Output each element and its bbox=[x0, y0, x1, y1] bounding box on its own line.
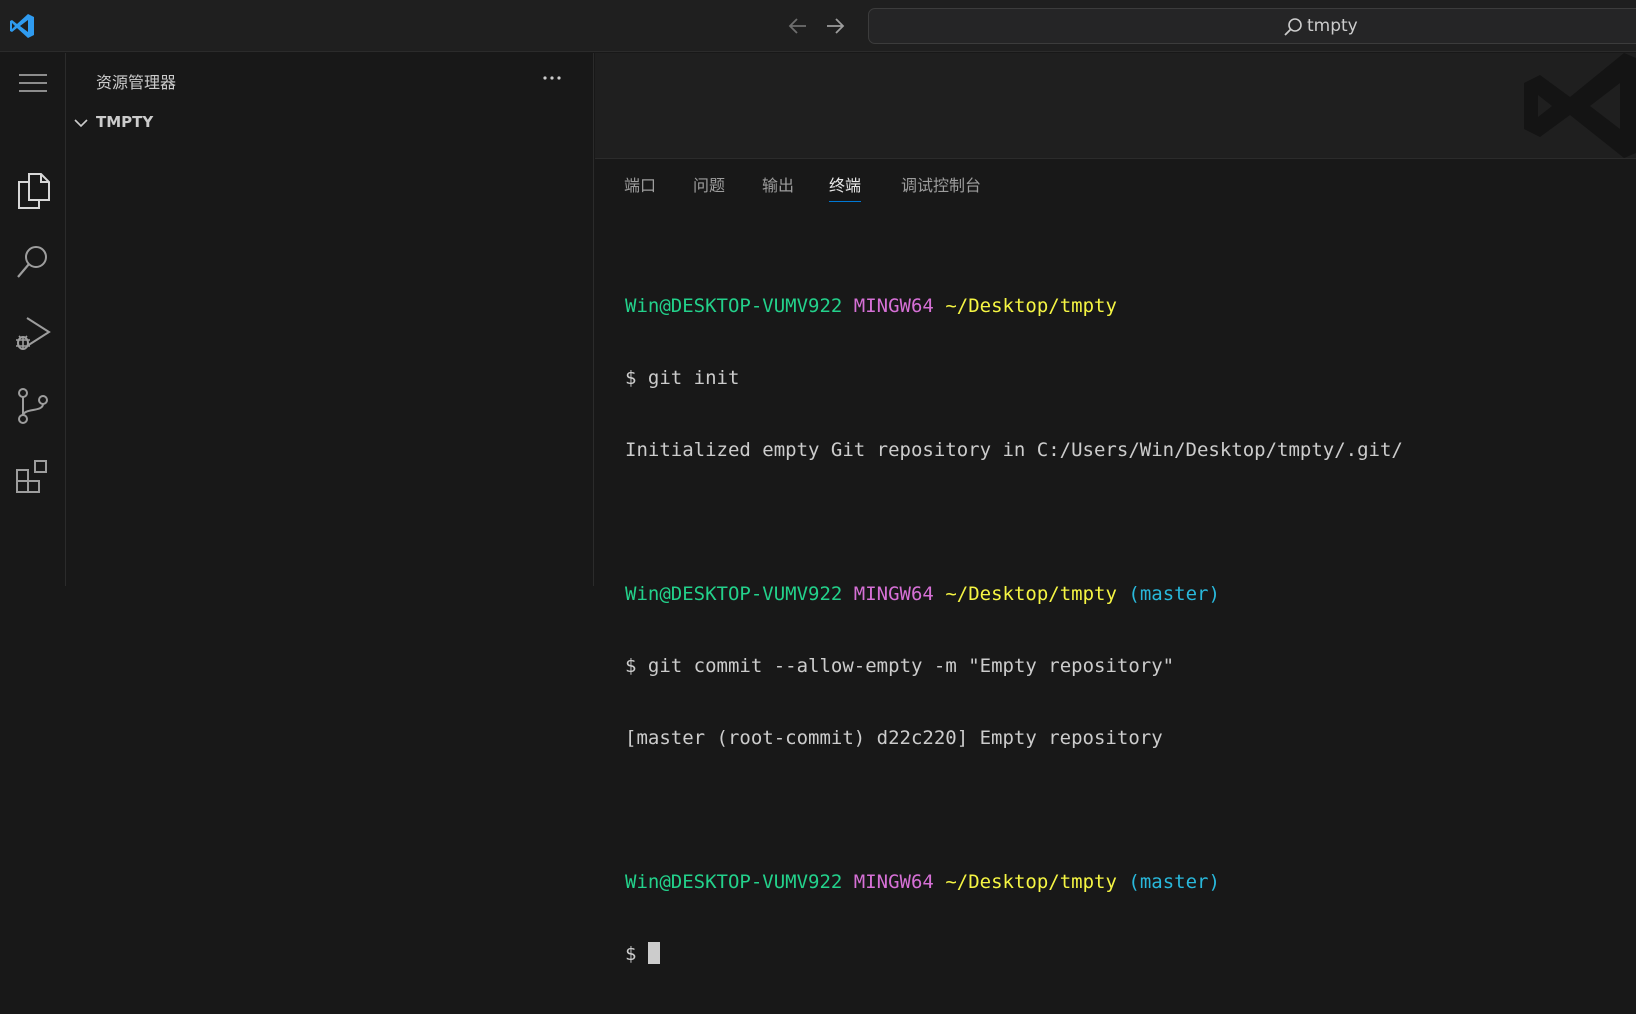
tab-output[interactable]: 输出 bbox=[762, 172, 794, 202]
sidebar-title: 资源管理器 bbox=[96, 73, 177, 92]
activity-bar bbox=[0, 53, 66, 586]
command-center-search[interactable]: tmpty bbox=[868, 8, 1636, 44]
activity-extensions[interactable] bbox=[0, 445, 66, 511]
terminal-output-line: Initialized empty Git repository in C:/U… bbox=[625, 439, 1403, 461]
chevron-down-icon bbox=[74, 119, 88, 128]
search-icon bbox=[17, 246, 47, 278]
terminal-cursor bbox=[647, 942, 660, 964]
tab-terminal[interactable]: 终端 bbox=[829, 172, 862, 202]
terminal-prompt-line: Win@DESKTOP-VUMV922 MINGW64 ~/Desktop/tm… bbox=[625, 871, 1220, 893]
folder-tmpty[interactable]: TMPTY bbox=[67, 108, 594, 138]
tab-problems[interactable]: 问题 bbox=[693, 172, 725, 202]
terminal-command-line: $ git commit --allow-empty -m "Empty rep… bbox=[625, 655, 1175, 677]
vscode-logo-icon bbox=[10, 14, 34, 38]
run-debug-icon bbox=[16, 317, 51, 350]
bottom-panel: 端口 问题 输出 终端 调试控制台 Win@DESKTOP-VUMV922 MI… bbox=[595, 158, 1636, 965]
activity-run-debug[interactable] bbox=[0, 301, 66, 367]
activity-search[interactable] bbox=[0, 229, 66, 295]
terminal-output-line: [master (root-commit) d22c220] Empty rep… bbox=[625, 727, 1163, 749]
panel-tabs: 端口 问题 输出 终端 调试控制台 bbox=[595, 159, 1636, 207]
search-icon bbox=[1284, 18, 1302, 36]
terminal-input-line[interactable]: $ bbox=[625, 942, 1625, 966]
title-bar: tmpty bbox=[0, 0, 1636, 52]
command-center-text: tmpty bbox=[1307, 16, 1358, 36]
activity-explorer[interactable] bbox=[0, 157, 66, 223]
forward-arrow-icon[interactable] bbox=[823, 14, 847, 38]
folder-label: TMPTY bbox=[96, 113, 154, 131]
explorer-sidebar: 资源管理器 TMPTY bbox=[67, 53, 594, 586]
files-icon bbox=[18, 173, 50, 209]
terminal-output[interactable]: Win@DESKTOP-VUMV922 MINGW64 ~/Desktop/tm… bbox=[625, 246, 1625, 965]
source-control-icon bbox=[18, 388, 48, 424]
tab-ports[interactable]: 端口 bbox=[624, 172, 656, 202]
activity-source-control[interactable] bbox=[0, 373, 66, 439]
back-arrow-icon[interactable] bbox=[786, 14, 810, 38]
more-actions-icon[interactable] bbox=[537, 63, 567, 93]
editor-area bbox=[595, 53, 1636, 158]
menu-button[interactable] bbox=[0, 53, 66, 103]
hamburger-menu-icon bbox=[19, 74, 47, 92]
tab-debug-console[interactable]: 调试控制台 bbox=[901, 172, 981, 202]
extensions-icon bbox=[16, 460, 47, 493]
vscode-watermark-icon bbox=[1524, 53, 1636, 158]
terminal-command-line: $ git init bbox=[625, 367, 740, 389]
terminal-prompt-line: Win@DESKTOP-VUMV922 MINGW64 ~/Desktop/tm… bbox=[625, 295, 1117, 317]
